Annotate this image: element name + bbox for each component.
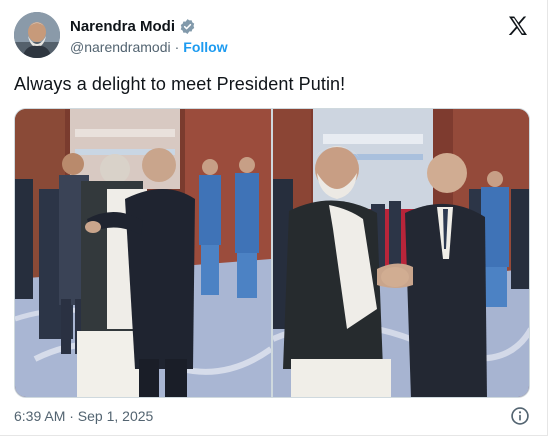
author-name-row: Narendra Modi xyxy=(70,16,196,36)
author-name[interactable]: Narendra Modi xyxy=(70,18,175,35)
author-handle[interactable]: @narendramodi xyxy=(70,39,171,55)
author-handle-row: @narendramodi · Follow xyxy=(70,38,228,56)
post-header: Narendra Modi @narendramodi · Follow xyxy=(14,12,534,60)
photo-handshake[interactable] xyxy=(273,109,529,397)
separator-dot: · xyxy=(174,39,180,55)
media-grid xyxy=(14,108,530,398)
follow-button[interactable]: Follow xyxy=(183,39,227,55)
info-icon[interactable] xyxy=(510,406,530,426)
verified-badge-icon xyxy=(179,18,196,35)
post-timestamp[interactable]: 6:39 AM · Sep 1, 2025 xyxy=(14,408,153,424)
post-footer: 6:39 AM · Sep 1, 2025 xyxy=(14,406,534,428)
post-card: Narendra Modi @narendramodi · Follow Alw… xyxy=(0,0,548,436)
photo-hug[interactable] xyxy=(15,109,271,397)
post-text: Always a delight to meet President Putin… xyxy=(14,74,346,94)
author-avatar[interactable] xyxy=(14,12,60,58)
x-logo-icon[interactable] xyxy=(506,14,530,38)
